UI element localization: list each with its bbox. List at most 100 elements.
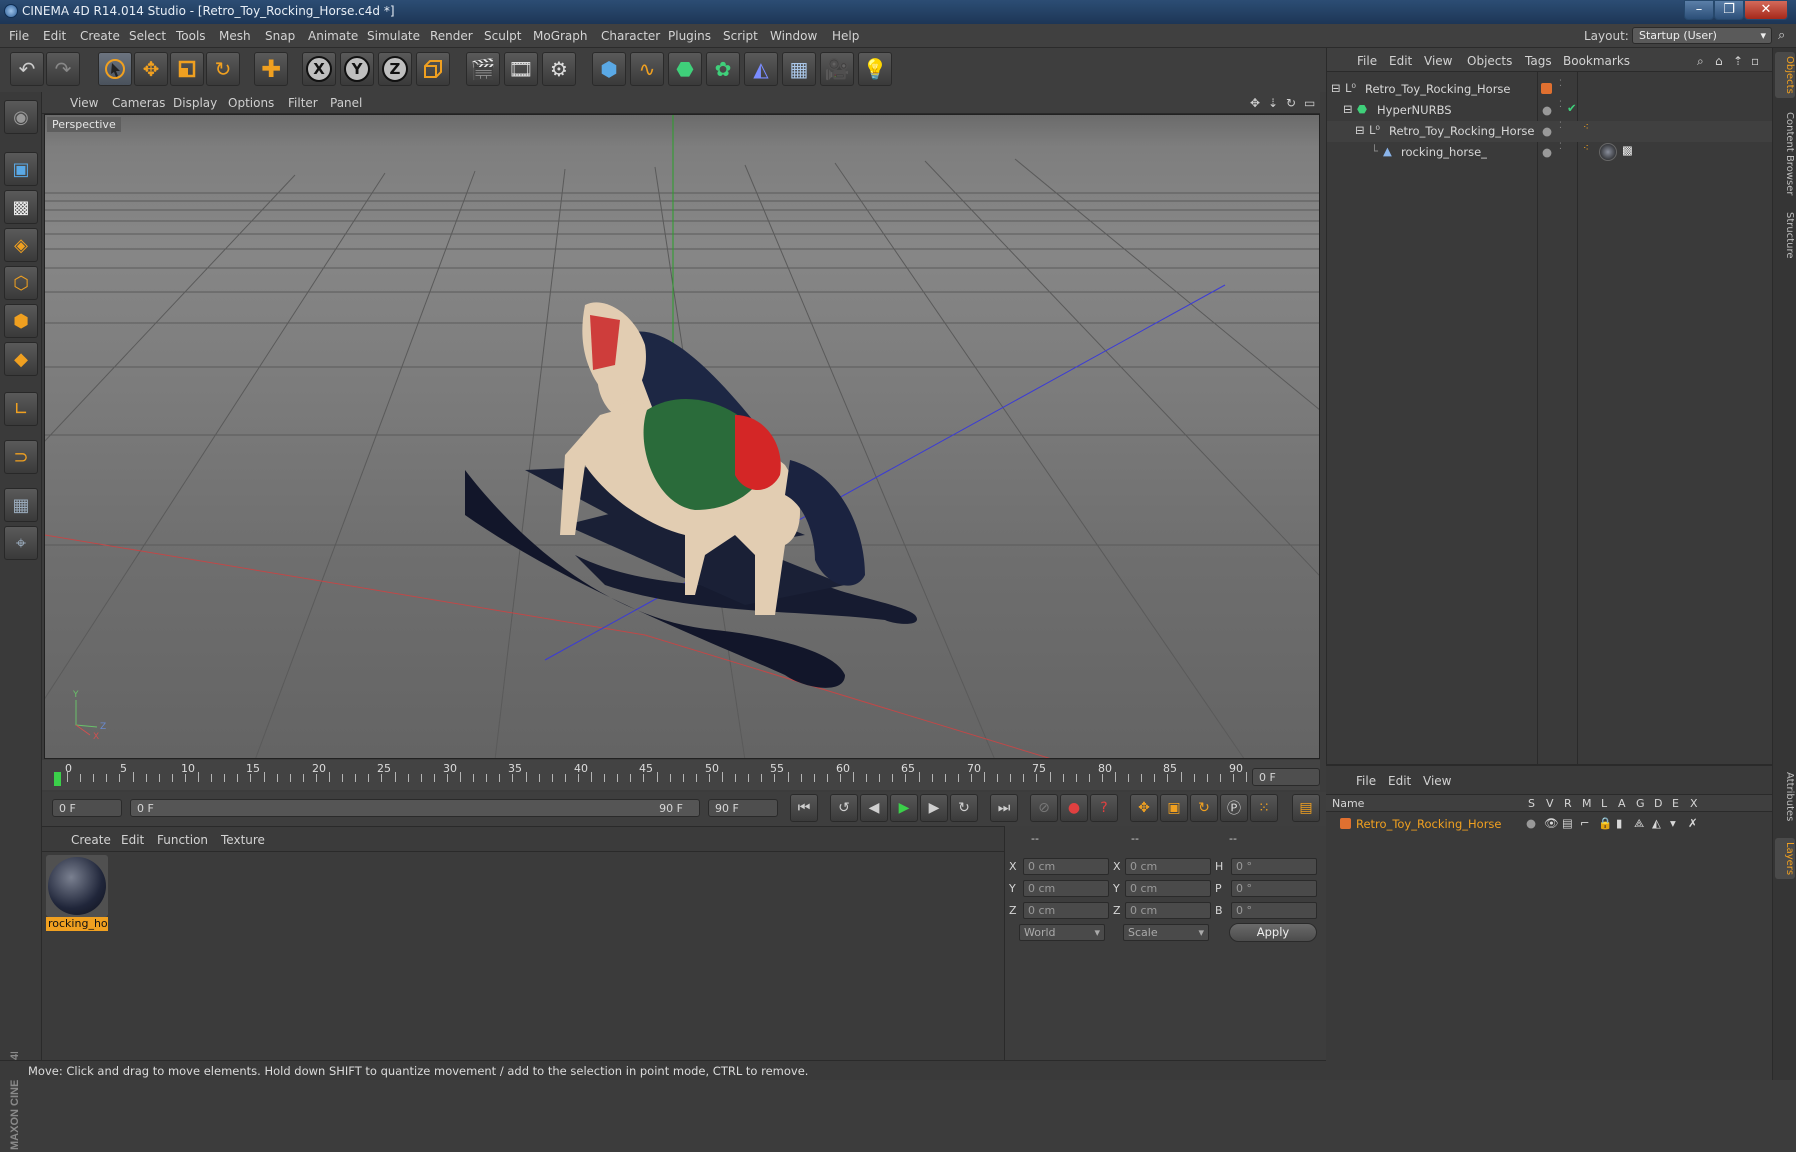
animation-icon[interactable]: ▮ bbox=[1616, 816, 1622, 830]
visibility-dot-icon[interactable]: ● bbox=[1542, 124, 1552, 138]
rotate-icon[interactable]: ↻ bbox=[206, 52, 240, 86]
menu-animate[interactable]: Animate bbox=[308, 29, 358, 43]
object-row[interactable]: ⊟ ⬣ HyperNURBS ● ⁚ ✔ bbox=[1327, 100, 1773, 121]
live-selection-icon[interactable] bbox=[98, 52, 132, 86]
world-select[interactable]: World ▾ bbox=[1019, 924, 1105, 941]
rotate-view-icon[interactable]: ↻ bbox=[1286, 96, 1296, 110]
tab-layers[interactable]: Layers bbox=[1775, 838, 1795, 880]
nurbs-icon[interactable]: ⬣ bbox=[668, 52, 702, 86]
layer-row[interactable]: Retro_Toy_Rocking_Horse ● 👁 ▤ ⌐ 🔒 ▮ ⟁ ◭ … bbox=[1326, 814, 1772, 835]
layer-name[interactable]: Retro_Toy_Rocking_Horse bbox=[1356, 817, 1502, 831]
light-icon[interactable]: 💡 bbox=[858, 52, 892, 86]
menu-mograph[interactable]: MoGraph bbox=[533, 29, 588, 43]
key-parameter-icon[interactable]: Ⓟ bbox=[1220, 794, 1248, 822]
previous-frame-icon[interactable]: ◀ bbox=[860, 794, 888, 822]
viewport-menu-display[interactable]: Display bbox=[173, 96, 217, 110]
apply-button[interactable]: Apply bbox=[1229, 923, 1317, 942]
deformer-icon[interactable]: ◭ bbox=[744, 52, 778, 86]
go-to-end-icon[interactable]: ⏭ bbox=[990, 794, 1018, 822]
object-menu-tags[interactable]: Tags bbox=[1525, 54, 1552, 68]
edges-mode-icon[interactable]: ⬢ bbox=[4, 304, 38, 338]
tab-structure[interactable]: Structure bbox=[1775, 208, 1795, 263]
timeline-window-icon[interactable]: ▤ bbox=[1292, 794, 1320, 822]
snap-icon[interactable]: ▦ bbox=[4, 488, 38, 522]
xref-icon[interactable]: ✗ bbox=[1688, 816, 1698, 830]
mograph-cloner-icon[interactable]: ✿ bbox=[706, 52, 740, 86]
object-name[interactable]: HyperNURBS bbox=[1377, 103, 1452, 117]
menu-script[interactable]: Script bbox=[723, 29, 758, 43]
key-position-icon[interactable]: ✥ bbox=[1130, 794, 1158, 822]
autokey-icon[interactable]: ? bbox=[1090, 794, 1118, 822]
material-tag-icon[interactable] bbox=[1599, 143, 1617, 161]
locked-workplane-icon[interactable]: ⌖ bbox=[4, 526, 38, 560]
object-name[interactable]: Retro_Toy_Rocking_Horse bbox=[1365, 82, 1511, 96]
object-row[interactable]: ⊟ L⁰ Retro_Toy_Rocking_Horse ● ⁚ ⁖ bbox=[1327, 121, 1773, 142]
render-picture-viewer-icon[interactable]: 🎞 bbox=[504, 52, 538, 86]
object-menu-bookmarks[interactable]: Bookmarks bbox=[1563, 54, 1630, 68]
object-menu-edit[interactable]: Edit bbox=[1389, 54, 1412, 68]
redo-icon[interactable]: ↷ bbox=[46, 52, 80, 86]
tree-collapse-icon[interactable]: ⊟ bbox=[1355, 123, 1365, 137]
home-icon[interactable]: ⌂ bbox=[1715, 54, 1723, 68]
menu-help[interactable]: Help bbox=[832, 29, 859, 43]
magnet-icon[interactable]: ⊃ bbox=[4, 440, 38, 474]
layer-menu-view[interactable]: View bbox=[1423, 774, 1451, 788]
playhead[interactable] bbox=[54, 772, 61, 786]
pos-x-field[interactable]: 0 cm bbox=[1023, 858, 1109, 875]
material-menu-texture[interactable]: Texture bbox=[221, 833, 265, 847]
x-axis-icon[interactable]: X bbox=[302, 52, 336, 86]
manager-icon[interactable]: ⌐ bbox=[1580, 816, 1590, 830]
enabled-check-icon[interactable]: ✔ bbox=[1567, 101, 1577, 115]
add-icon[interactable]: ✚ bbox=[254, 52, 288, 86]
cube-icon[interactable]: ⬢ bbox=[592, 52, 626, 86]
visibility-dots-icon[interactable]: ⁚ bbox=[1559, 142, 1562, 152]
rot-h-field[interactable]: 0 ° bbox=[1231, 858, 1317, 875]
menu-edit[interactable]: Edit bbox=[43, 29, 66, 43]
edit-render-settings-icon[interactable]: ⚙ bbox=[542, 52, 576, 86]
play-icon[interactable]: ▶ bbox=[890, 794, 918, 822]
toggle-view-icon[interactable]: ▭ bbox=[1304, 96, 1315, 110]
rot-b-field[interactable]: 0 ° bbox=[1231, 902, 1317, 919]
object-name[interactable]: Retro_Toy_Rocking_Horse bbox=[1389, 124, 1535, 138]
visibility-dots-icon[interactable]: ⁚ bbox=[1559, 121, 1562, 131]
menu-simulate[interactable]: Simulate bbox=[367, 29, 420, 43]
search-icon[interactable]: ⌕ bbox=[1697, 54, 1704, 69]
expressions-icon[interactable]: ▾ bbox=[1670, 816, 1676, 830]
dolly-view-icon[interactable]: ⇣ bbox=[1268, 96, 1278, 110]
record-keys-icon[interactable]: ● bbox=[1060, 794, 1088, 822]
deformers-icon[interactable]: ◭ bbox=[1652, 816, 1661, 830]
points-mode-icon[interactable]: ⬡ bbox=[4, 266, 38, 300]
spline-icon[interactable]: ∿ bbox=[630, 52, 664, 86]
tree-collapse-icon[interactable]: ⊟ bbox=[1343, 102, 1353, 116]
viewport-menu-cameras[interactable]: Cameras bbox=[112, 96, 165, 110]
polygons-mode-icon[interactable]: ◆ bbox=[4, 342, 38, 376]
menu-plugins[interactable]: Plugins bbox=[668, 29, 711, 43]
rot-p-field[interactable]: 0 ° bbox=[1231, 880, 1317, 897]
material-name[interactable]: rocking_ho bbox=[46, 917, 108, 931]
tab-content-browser[interactable]: Content Browser bbox=[1775, 108, 1795, 199]
object-menu-view[interactable]: View bbox=[1424, 54, 1452, 68]
workplane-icon[interactable]: ◈ bbox=[4, 228, 38, 262]
object-row[interactable]: ⊟ L⁰ Retro_Toy_Rocking_Horse ⁚ bbox=[1327, 79, 1773, 100]
tag-icon[interactable]: ⁖ bbox=[1583, 122, 1589, 133]
menu-character[interactable]: Character bbox=[601, 29, 660, 43]
menu-file[interactable]: File bbox=[9, 29, 29, 43]
key-scale-icon[interactable]: ▣ bbox=[1160, 794, 1188, 822]
floor-icon[interactable]: ▦ bbox=[782, 52, 816, 86]
make-editable-icon[interactable]: ◉ bbox=[4, 100, 38, 134]
viewport-menu-panel[interactable]: Panel bbox=[330, 96, 362, 110]
material-menu-function[interactable]: Function bbox=[157, 833, 208, 847]
menu-sculpt[interactable]: Sculpt bbox=[484, 29, 521, 43]
new-window-icon[interactable]: ▫ bbox=[1751, 54, 1759, 68]
undo-icon[interactable]: ↶ bbox=[10, 52, 44, 86]
perspective-viewport[interactable]: Perspective Y X Z bbox=[44, 114, 1320, 759]
visible-icon[interactable]: 👁 bbox=[1544, 816, 1559, 830]
object-menu-objects[interactable]: Objects bbox=[1467, 54, 1512, 68]
render-icon[interactable]: ▤ bbox=[1562, 816, 1573, 830]
visibility-dot-icon[interactable]: ● bbox=[1542, 145, 1552, 159]
motion-path-icon[interactable]: ⊘ bbox=[1030, 794, 1058, 822]
menu-snap[interactable]: Snap bbox=[265, 29, 295, 43]
menu-select[interactable]: Select bbox=[129, 29, 166, 43]
size-x-field[interactable]: 0 cm bbox=[1125, 858, 1211, 875]
render-view-icon[interactable]: 🎬 bbox=[466, 52, 500, 86]
